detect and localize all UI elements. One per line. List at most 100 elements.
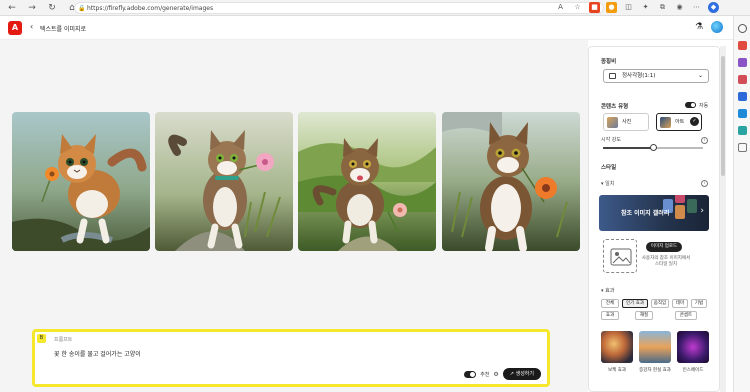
menu-icon[interactable]: ⋯ (691, 2, 702, 13)
add-icon[interactable] (737, 143, 747, 152)
shopping-icon[interactable] (737, 41, 747, 50)
chevron-down-icon: ⌄ (697, 72, 703, 79)
effect-label-bokeh: 보케 효과 (608, 368, 626, 373)
header-actions: ⚗ (695, 21, 723, 33)
auto-toggle[interactable] (685, 102, 696, 108)
effect-thumb-ar[interactable] (639, 331, 671, 363)
slider-handle[interactable] (649, 144, 657, 151)
prompt-input[interactable]: 꽃 한 송이를 물고 걸어가는 고양이 (54, 349, 141, 358)
prompt-label: 프롬프트 (54, 337, 73, 343)
reload-icon[interactable]: ↻ (46, 2, 58, 14)
back-icon[interactable]: ← (6, 2, 18, 14)
generated-image-1[interactable] (12, 112, 150, 251)
address-bar[interactable]: 🔒 https://firefly.adobe.com/generate/ima… (74, 2, 604, 14)
settings-panel: 종횡비 정사각형(1:1) ⌄ 콘텐츠 유형 자동 사진 아트 ✓ 시각 강도 … (588, 46, 720, 392)
extensions-bar: A ☆ ■ ● ◫ ✦ ⧉ ◉ ⋯ ◆ (555, 2, 719, 13)
outlook-icon[interactable] (737, 109, 747, 118)
scrollbar-thumb[interactable] (721, 56, 725, 176)
main-canvas: B 프롬프트 꽃 한 송이를 물고 걸어가는 고양이 추천 ⚙ ↗ 생성하기 (0, 40, 588, 392)
prompt-chip: B (37, 334, 46, 343)
aspect-ratio-select[interactable]: 정사각형(1:1) ⌄ (603, 69, 709, 83)
back-arrow-icon[interactable]: ‹ (30, 22, 33, 31)
check-icon: ✓ (690, 117, 699, 126)
effect-tab-theme[interactable]: 테마 (672, 299, 688, 308)
generate-button[interactable]: ↗ 생성하기 (502, 368, 541, 380)
flask-icon[interactable]: ⚗ (695, 21, 705, 33)
read-aloud-icon[interactable]: A (555, 2, 566, 13)
office-icon[interactable] (737, 92, 747, 101)
effect-tab-effects[interactable]: 효과 (601, 311, 619, 320)
settings-icon[interactable]: ⚙ (493, 371, 498, 378)
prompt-controls: 추천 ⚙ ↗ 생성하기 (464, 368, 541, 380)
collections-icon[interactable]: ⧉ (657, 2, 668, 13)
suggest-label: 추천 (480, 371, 490, 378)
content-type-label: 콘텐츠 유형 (601, 104, 629, 110)
extension-red-icon[interactable]: ■ (589, 2, 600, 13)
match-label-text: 일치 (605, 181, 615, 187)
photo-thumb (607, 117, 618, 128)
auto-label: 자동 (699, 103, 709, 109)
panel-scrollbar[interactable] (720, 46, 726, 392)
effect-label-ar: 증강자 현실 효과 (639, 368, 671, 373)
reference-gallery-button[interactable]: 참조 이미지 갤러리 › (599, 195, 709, 231)
designer-icon[interactable] (737, 126, 747, 135)
effect-tab-popular[interactable]: 인기 효과 (622, 299, 648, 308)
content-type-art[interactable]: 아트 ✓ (656, 113, 702, 131)
photo-label: 사진 (622, 119, 632, 125)
info-icon[interactable]: i (701, 180, 708, 187)
image-icon (610, 248, 632, 266)
aspect-ratio-value: 정사각형(1:1) (622, 73, 656, 79)
effect-tab-material[interactable]: 재질 (635, 311, 653, 320)
favorites-icon[interactable]: ✦ (640, 2, 651, 13)
chevron-right-icon: › (700, 206, 704, 216)
prompt-box[interactable]: B 프롬프트 꽃 한 송이를 물고 걸어가는 고양이 추천 ⚙ ↗ 생성하기 (32, 329, 550, 387)
avatar[interactable] (711, 21, 723, 33)
upload-dropzone[interactable] (603, 239, 637, 273)
url-text: https://firefly.adobe.com/generate/image… (87, 5, 214, 12)
browser-toolbar: ← → ↻ ⌂ 🔒 https://firefly.adobe.com/gene… (0, 0, 750, 16)
content-type-photo[interactable]: 사진 (603, 113, 649, 131)
effects-label: ▾ 효과 (601, 288, 615, 294)
copilot-icon[interactable]: ◆ (708, 2, 719, 13)
gallery-label: 참조 이미지 갤러리 (621, 210, 670, 217)
upload-image-button[interactable]: 이미지 업로드 (646, 242, 682, 252)
square-icon (609, 73, 616, 79)
visual-intensity-label: 시각 강도 (601, 137, 621, 143)
generated-image-3[interactable] (298, 112, 436, 251)
effects-label-text: 효과 (605, 288, 615, 294)
upload-description: 사용자의 참조 이미지에서 스타일 일치 (641, 256, 691, 267)
art-thumb (660, 117, 671, 128)
effect-tab-concept[interactable]: 콘셉트 (675, 311, 697, 320)
search-icon[interactable] (737, 24, 747, 33)
edge-sidebar (733, 16, 750, 392)
profile-icon[interactable]: ◉ (674, 2, 685, 13)
generated-image-4[interactable] (442, 112, 580, 251)
lock-icon: 🔒 (78, 5, 86, 12)
app-header: A ‹ 텍스트를 이미지로 ⚗ (0, 16, 733, 40)
aspect-ratio-label: 종횡비 (601, 59, 617, 65)
info-icon[interactable]: i (701, 137, 708, 144)
tools-icon[interactable] (737, 58, 747, 67)
games-icon[interactable] (737, 75, 747, 84)
effect-tab-technique[interactable]: 기법 (691, 299, 707, 308)
generate-icon: ↗ (509, 371, 514, 377)
extension-orange-icon[interactable]: ● (606, 2, 617, 13)
adobe-logo-icon[interactable]: A (8, 21, 22, 35)
style-label: 스타일 (601, 165, 617, 171)
generate-label: 생성하기 (515, 371, 534, 377)
art-label: 아트 (675, 119, 685, 125)
suggest-toggle[interactable] (464, 370, 477, 378)
generated-image-2[interactable] (155, 112, 293, 251)
visual-intensity-slider[interactable] (603, 144, 703, 151)
effect-thumb-inspired[interactable] (677, 331, 709, 363)
page-title: 텍스트를 이미지로 (40, 26, 87, 33)
match-label: ▾ 일치 (601, 181, 615, 187)
favorite-icon[interactable]: ☆ (572, 2, 583, 13)
forward-icon[interactable]: → (26, 2, 38, 14)
effect-tab-all[interactable]: 전체 (601, 299, 619, 308)
effect-tab-movement[interactable]: 움직임 (651, 299, 669, 308)
effect-thumb-bokeh[interactable] (601, 331, 633, 363)
split-screen-icon[interactable]: ◫ (623, 2, 634, 13)
effect-label-inspired: 인스페이드 (682, 368, 704, 373)
slider-fill (603, 147, 653, 149)
